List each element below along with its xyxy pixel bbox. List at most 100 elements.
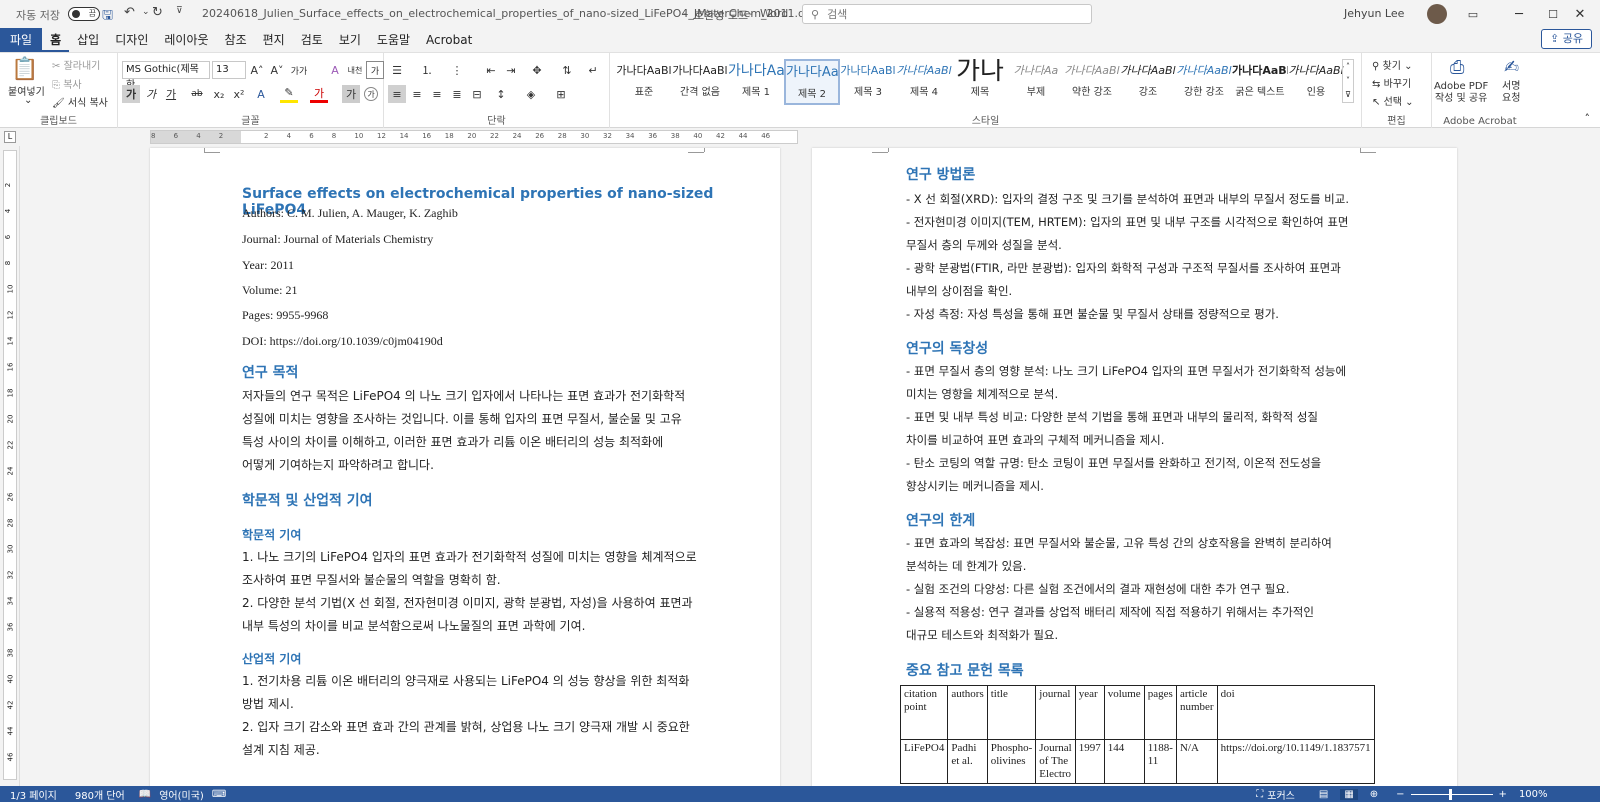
create-pdf-button[interactable]: Adobe PDF 작성 및 공유	[1434, 81, 1488, 105]
request-signature-icon[interactable]: ✍	[1504, 57, 1519, 78]
italic-icon[interactable]: 가	[142, 85, 160, 103]
style-item[interactable]: 가나다AaBl 제목 3	[840, 59, 896, 105]
shading-icon[interactable]: ◈	[522, 85, 540, 103]
document-page-2[interactable]: 연구 방법론 - X 선 회절(XRD): 입자의 결정 구조 및 크기를 분석…	[812, 148, 1457, 788]
copy-button[interactable]: ⎘ 복사	[52, 76, 82, 91]
request-signature-button[interactable]: 서명 요청	[1502, 81, 1520, 105]
tab-insert[interactable]: 삽입	[69, 28, 107, 52]
table-header-cell[interactable]: article number	[1175, 685, 1218, 740]
zoom-slider[interactable]	[1410, 788, 1493, 800]
document-page-1[interactable]: Surface effects on electrochemical prope…	[150, 148, 780, 788]
page-count[interactable]: 1/3 페이지	[10, 787, 57, 802]
user-name[interactable]: Jehyun Lee	[1344, 7, 1404, 20]
char-shading-icon[interactable]: 가	[342, 85, 360, 103]
enclose-char-icon[interactable]: 가	[364, 87, 378, 101]
align-center-icon[interactable]: ≡	[408, 85, 426, 103]
table-cell[interactable]: Journal of The Electro	[1035, 739, 1076, 784]
ribbon-display-icon[interactable]: ▭	[1450, 0, 1496, 28]
close-icon[interactable]: ✕	[1560, 0, 1600, 28]
tab-help[interactable]: 도움말	[369, 28, 418, 52]
align-left-icon[interactable]: ≡	[388, 85, 406, 103]
table-header-cell[interactable]: citation point	[899, 685, 949, 740]
style-item[interactable]: 가나다AaBl 강조	[1120, 59, 1176, 105]
table-cell[interactable]: Padhi et al.	[947, 739, 988, 784]
numbering-icon[interactable]: ⒈	[418, 61, 436, 79]
select-button[interactable]: ↖ 선택 ⌄	[1372, 93, 1414, 108]
tab-file[interactable]: 파일	[0, 28, 43, 52]
zoom-level[interactable]: 100%	[1519, 789, 1548, 800]
text-effects-icon[interactable]: A	[252, 85, 270, 103]
phonetic-guide-icon[interactable]: 내천	[346, 61, 364, 79]
vertical-ruler[interactable]: 2 4 6 8 10 12 14 16 18 20 22 24 26 28 30 32 34 36 38 40 42 44…	[0, 146, 20, 786]
customize-qat-icon[interactable]: ⊽	[176, 6, 183, 16]
word-count[interactable]: 980개 단어	[75, 787, 125, 802]
underline-icon[interactable]: 가	[162, 85, 180, 103]
zoom-slider-thumb[interactable]	[1448, 788, 1452, 800]
highlight-icon[interactable]: ✎	[280, 85, 298, 103]
references-table[interactable]: citation point authors title journal yea…	[899, 685, 1375, 784]
tab-mailings[interactable]: 편지	[255, 28, 293, 52]
style-item[interactable]: 가나다AaBl 굵은 텍스트	[1232, 59, 1288, 105]
table-cell[interactable]: 1188-11	[1143, 739, 1177, 784]
style-item[interactable]: 가나다AaBl 약한 강조	[1064, 59, 1120, 105]
grow-font-icon[interactable]: A˄	[248, 61, 266, 79]
table-header-cell[interactable]: year	[1074, 685, 1105, 740]
style-item[interactable]: 가나다Aa 제목 1	[728, 59, 784, 105]
char-border-icon[interactable]: 가	[366, 61, 384, 79]
font-size-select[interactable]: 13	[212, 61, 246, 79]
tab-layout[interactable]: 레이아웃	[156, 28, 216, 52]
tab-home[interactable]: 홈	[42, 28, 70, 52]
undo-dropdown-icon[interactable]: ⌄	[142, 7, 150, 17]
focus-label[interactable]: 포커스	[1267, 787, 1295, 802]
clear-format-icon[interactable]: A	[326, 61, 344, 79]
find-button[interactable]: ⚲ 찾기 ⌄	[1372, 57, 1412, 72]
show-marks-icon[interactable]: ↵	[584, 61, 602, 79]
tab-design[interactable]: 디자인	[107, 28, 156, 52]
table-cell[interactable]: Phospho-olivines	[986, 739, 1037, 784]
justify-icon[interactable]: ≣	[448, 85, 466, 103]
share-button[interactable]: ⇪ 공유	[1541, 29, 1592, 49]
style-item[interactable]: 가나다AaBl 간격 없음	[672, 59, 728, 105]
table-header-cell[interactable]: pages	[1143, 685, 1177, 740]
proofing-icon[interactable]: 📖	[139, 789, 151, 800]
language[interactable]: 영어(미국)	[159, 787, 204, 802]
format-painter-button[interactable]: 🖌 서식 복사	[52, 94, 108, 109]
style-item[interactable]: 가나다AaI 제목 2	[784, 59, 840, 105]
styles-scroll[interactable]: ˄ ˅ ⊽	[1342, 59, 1354, 103]
save-icon[interactable]: 🖫	[102, 6, 113, 28]
style-item[interactable]: 가나다Aa 부제	[1008, 59, 1064, 105]
table-cell[interactable]: 1997	[1074, 739, 1105, 784]
zoom-out-icon[interactable]: −	[1396, 789, 1404, 800]
asian-layout-icon[interactable]: ✥	[528, 61, 546, 79]
tab-references[interactable]: 참조	[217, 28, 255, 52]
style-item[interactable]: 가나다AaBl 제목 4	[896, 59, 952, 105]
table-cell[interactable]: https://doi.org/10.1149/1.1837571	[1216, 739, 1375, 784]
superscript-icon[interactable]: x²	[230, 85, 248, 103]
decrease-indent-icon[interactable]: ⇤	[482, 61, 500, 79]
web-layout-icon[interactable]: ⊕	[1370, 789, 1378, 800]
align-right-icon[interactable]: ≡	[428, 85, 446, 103]
table-cell[interactable]: N/A	[1175, 739, 1218, 784]
table-header-cell[interactable]: title	[986, 685, 1037, 740]
style-item[interactable]: 가나 제목	[952, 59, 1008, 105]
subscript-icon[interactable]: x₂	[210, 85, 228, 103]
chevron-down-icon[interactable]: ⌄	[24, 95, 32, 106]
increase-indent-icon[interactable]: ⇥	[502, 61, 520, 79]
table-cell[interactable]: 144	[1103, 739, 1145, 784]
autosave-toggle[interactable]: 끔	[68, 7, 100, 21]
multilevel-list-icon[interactable]: ⋮	[448, 61, 466, 79]
focus-icon[interactable]: ⛶	[1256, 789, 1263, 800]
cut-button[interactable]: ✂ 잘라내기	[52, 57, 100, 72]
style-item[interactable]: 가나다AaBl 인용	[1288, 59, 1344, 105]
redo-icon[interactable]: ↻	[152, 5, 163, 20]
strikethrough-icon[interactable]: ab	[188, 85, 206, 103]
search-input[interactable]: 검색	[827, 6, 847, 22]
distributed-icon[interactable]: ⊟	[468, 85, 486, 103]
sort-icon[interactable]: ⇅	[558, 61, 576, 79]
table-header-cell[interactable]: doi	[1216, 685, 1375, 740]
undo-icon[interactable]: ↶	[124, 5, 135, 20]
bold-icon[interactable]: 가	[122, 85, 140, 103]
table-header-cell[interactable]: authors	[947, 685, 988, 740]
print-layout-icon[interactable]: ▦	[1340, 788, 1358, 800]
accessibility-icon[interactable]: ⌨	[212, 789, 226, 800]
